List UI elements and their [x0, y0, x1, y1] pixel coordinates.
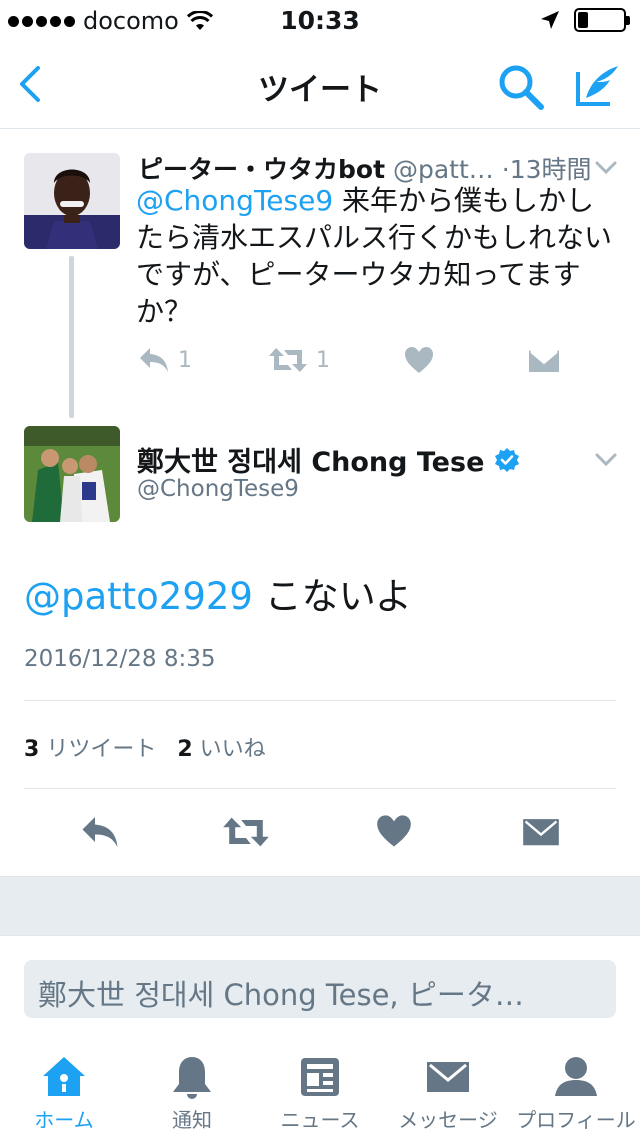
main-tweet-text: @patto2929 こないよ: [24, 566, 412, 620]
parent-tweet-time: 13時間: [509, 155, 592, 184]
tweet-stats: 3 リツイート 2 いいね: [24, 731, 266, 763]
status-right: [540, 8, 630, 32]
envelope-icon: [529, 350, 559, 372]
divider: [24, 700, 616, 701]
heart-icon: [405, 347, 433, 373]
main-author-handle[interactable]: @ChongTese9: [137, 476, 299, 502]
retweets-stat[interactable]: 3 リツイート: [24, 737, 156, 762]
main-tweet-date: 2016/12/28 8:35: [24, 646, 216, 672]
parent-tweet-mention[interactable]: @ChongTese9: [136, 184, 333, 217]
nav-bar: ツイート: [0, 40, 640, 129]
envelope-icon: [427, 1062, 469, 1092]
section-separator: [0, 876, 640, 936]
parent-author-name[interactable]: ピーター・ウタカbot: [138, 155, 385, 184]
likes-label: いいね: [199, 737, 266, 762]
main-tweet-mention[interactable]: @patto2929: [24, 575, 253, 618]
main-author-name[interactable]: 鄭大世 정대세 Chong Tese: [137, 440, 484, 479]
parent-reply-button[interactable]: 1: [138, 346, 192, 374]
tab-news-label: ニュース: [280, 1108, 360, 1132]
compose-tweet-icon[interactable]: [572, 60, 622, 110]
parent-tweet-actions: 1 1: [136, 346, 596, 382]
parent-tweet-menu-chevron-icon[interactable]: [594, 160, 618, 176]
home-icon: [43, 1057, 85, 1096]
parent-retweet-button[interactable]: 1: [268, 346, 330, 374]
parent-reply-count: 1: [178, 347, 192, 373]
tab-notifications-label: 通知: [172, 1108, 212, 1132]
parent-tweet-header: ピーター・ウタカbot @patt… ·13時間: [138, 150, 618, 184]
parent-tweet-text: @ChongTese9 来年から僕もしかしたら清水エスパルス行くかもしれないです…: [136, 182, 620, 330]
likes-stat[interactable]: 2 いいね: [177, 737, 265, 762]
retweet-icon: [269, 348, 307, 372]
tab-home-label: ホーム: [34, 1108, 94, 1132]
retweet-icon[interactable]: [222, 814, 270, 850]
divider: [24, 788, 616, 789]
news-icon: [301, 1058, 339, 1096]
thread-connector-line: [69, 256, 74, 418]
reply-icon[interactable]: [80, 814, 120, 850]
parent-retweet-count: 1: [316, 347, 330, 373]
main-tweet-body: こないよ: [252, 575, 413, 618]
status-bar: docomo 10:33: [0, 0, 640, 40]
bell-icon: [173, 1057, 211, 1099]
tab-messages[interactable]: メッセージ: [384, 1040, 512, 1136]
dot-separator: ·: [501, 155, 510, 184]
likes-count: 2: [177, 737, 193, 762]
avatar-chong-tese[interactable]: [24, 426, 120, 522]
tab-bar: ホーム 通知 ニュース メッセージ プロフィール: [0, 1040, 640, 1136]
avatar-image: [24, 426, 120, 522]
tab-profile[interactable]: プロフィール: [512, 1040, 640, 1136]
avatar-peter-utaka[interactable]: [24, 153, 120, 249]
tab-home[interactable]: ホーム: [0, 1040, 128, 1136]
heart-icon[interactable]: [376, 814, 412, 848]
envelope-icon[interactable]: [522, 814, 560, 848]
tab-news[interactable]: ニュース: [256, 1040, 384, 1136]
tab-notifications[interactable]: 通知: [128, 1040, 256, 1136]
parent-author-handle[interactable]: @patt…: [393, 155, 494, 184]
retweets-label: リツイート: [46, 737, 157, 762]
verified-badge-icon: [495, 447, 520, 472]
main-tweet-actions: [0, 810, 640, 856]
retweets-count: 3: [24, 737, 40, 762]
parent-dm-button[interactable]: [528, 346, 560, 374]
location-arrow-icon: [541, 11, 559, 29]
avatar-image: [24, 153, 120, 249]
reply-icon: [140, 348, 168, 372]
tab-profile-label: プロフィール: [516, 1108, 636, 1132]
main-tweet-menu-chevron-icon[interactable]: [594, 452, 618, 468]
person-icon: [555, 1057, 597, 1096]
search-icon[interactable]: [496, 62, 546, 112]
main-tweet-author[interactable]: 鄭大世 정대세 Chong Tese: [137, 440, 520, 479]
tab-messages-label: メッセージ: [398, 1108, 498, 1132]
parent-like-button[interactable]: [404, 346, 434, 374]
battery-icon: [574, 8, 630, 32]
reply-input[interactable]: 鄭大世 정대세 Chong Tese, ピータ…: [24, 960, 616, 1018]
